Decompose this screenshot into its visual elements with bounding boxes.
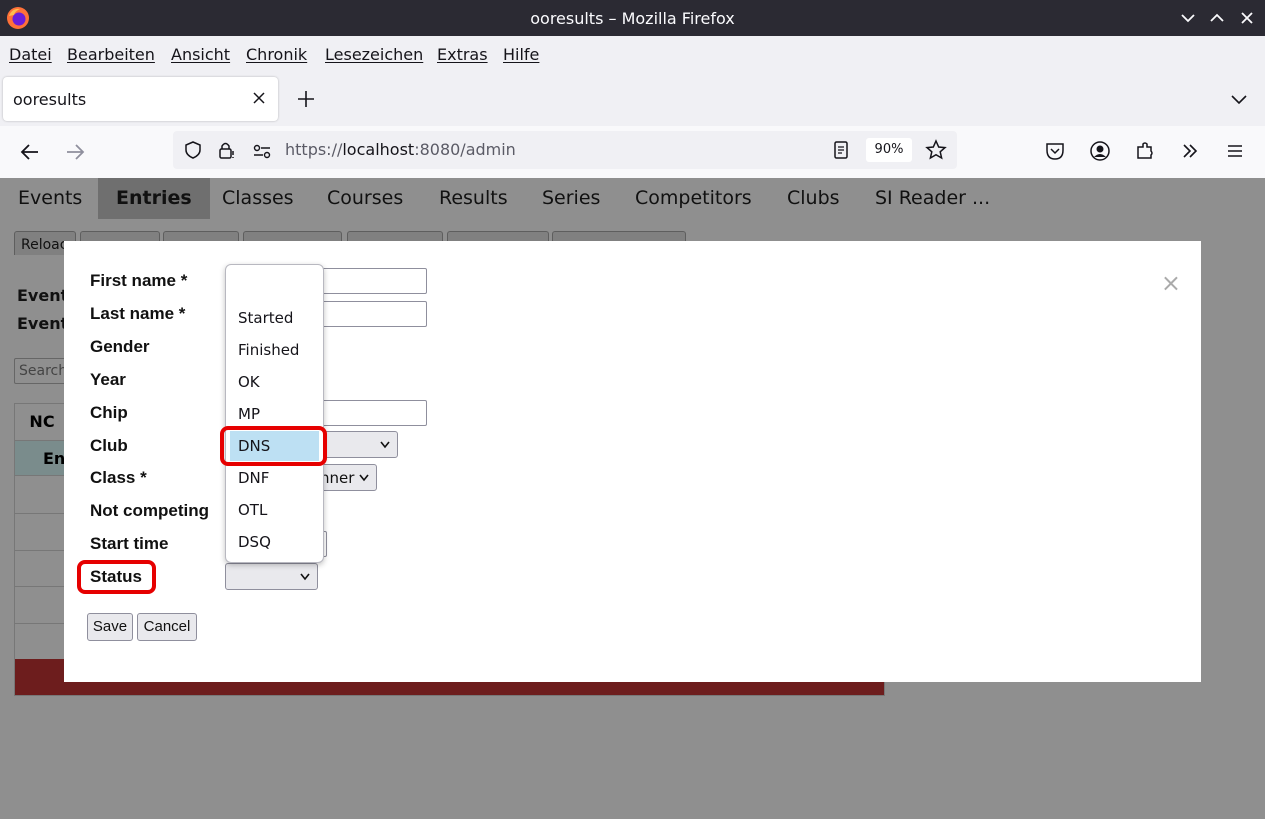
tab-label: ooresults	[13, 90, 87, 109]
tab-strip: ooresults	[0, 72, 1265, 126]
nav-entries[interactable]: Entries	[98, 178, 210, 219]
bookmark-star-icon[interactable]	[925, 139, 947, 161]
not-competing-label: Not competing	[90, 501, 209, 520]
url-bar[interactable]: https://localhost:8080/admin 90%	[173, 131, 957, 169]
status-dropdown[interactable]: Started Finished OK MP DNS DNF OTL DSQ	[225, 264, 324, 563]
nav-series[interactable]: Series	[542, 178, 600, 219]
nav-results[interactable]: Results	[439, 178, 508, 219]
shield-icon[interactable]	[183, 140, 203, 160]
cancel-button[interactable]: Cancel	[137, 613, 197, 641]
tab-ooresults[interactable]: ooresults	[3, 77, 278, 121]
url-host: localhost	[342, 140, 415, 159]
maximize-icon[interactable]	[1205, 6, 1229, 30]
list-tabs-icon[interactable]	[1228, 88, 1250, 110]
row-divider	[15, 550, 69, 551]
nav-si-reader[interactable]: SI Reader ...	[875, 178, 990, 219]
account-icon[interactable]	[1089, 140, 1111, 162]
forward-icon[interactable]	[63, 140, 87, 164]
window-titlebar: ooresults – Mozilla Firefox	[0, 0, 1265, 36]
menu-lesezeichen[interactable]: Lesezeichen	[325, 45, 423, 64]
hamburger-menu-icon[interactable]	[1224, 140, 1246, 162]
menu-chronik[interactable]: Chronik	[246, 45, 307, 64]
chevron-down-icon	[380, 441, 390, 449]
status-select[interactable]	[225, 563, 318, 590]
menu-bearbeiten[interactable]: Bearbeiten	[67, 45, 155, 64]
chip-label: Chip	[90, 403, 128, 422]
navigation-bar: https://localhost:8080/admin 90%	[0, 126, 1265, 179]
back-icon[interactable]	[18, 140, 42, 164]
row-divider	[15, 623, 69, 624]
nav-courses[interactable]: Courses	[327, 178, 403, 219]
nav-events[interactable]: Events	[18, 178, 82, 219]
zoom-level[interactable]: 90%	[866, 138, 912, 162]
menu-hilfe[interactable]: Hilfe	[503, 45, 539, 64]
status-option-dns[interactable]: DNS	[230, 431, 319, 461]
gender-label: Gender	[90, 337, 150, 356]
class-select-value: nner	[320, 469, 355, 487]
last-name-label: Last name *	[90, 304, 186, 323]
class-label: Class *	[90, 468, 147, 487]
url-scheme: https://	[285, 140, 343, 159]
close-window-icon[interactable]	[1235, 6, 1259, 30]
event-label: Event	[17, 286, 69, 305]
club-label: Club	[90, 436, 128, 455]
page-navigation: Events Entries Classes Courses Results S…	[0, 178, 1265, 219]
status-option-otl[interactable]: OTL	[230, 495, 319, 525]
first-name-label: First name *	[90, 271, 188, 290]
extensions-icon[interactable]	[1134, 140, 1156, 162]
url-rest: :8080/admin	[414, 140, 516, 159]
menu-datei[interactable]: Datei	[9, 45, 52, 64]
pocket-icon[interactable]	[1044, 140, 1066, 162]
permissions-icon[interactable]	[252, 141, 272, 161]
table-row-label: En	[15, 441, 69, 476]
close-tab-icon[interactable]	[250, 89, 268, 107]
status-option-mp[interactable]: MP	[230, 399, 319, 429]
menu-bar: Datei Bearbeiten Ansicht Chronik Lesezei…	[0, 36, 1265, 72]
table-header-nc: NC	[15, 404, 70, 441]
status-option-started[interactable]: Started	[230, 303, 319, 333]
menu-extras[interactable]: Extras	[437, 45, 488, 64]
nav-competitors[interactable]: Competitors	[635, 178, 752, 219]
nav-clubs[interactable]: Clubs	[787, 178, 840, 219]
start-time-label: Start time	[90, 534, 169, 553]
event-label-2: Event	[17, 314, 69, 333]
chevron-down-icon	[359, 474, 369, 482]
chevron-down-icon	[300, 573, 310, 581]
close-dialog-icon[interactable]: ×	[1161, 271, 1181, 295]
lock-warning-icon[interactable]	[217, 140, 237, 160]
more-tools-icon[interactable]	[1179, 140, 1201, 162]
year-label: Year	[90, 370, 126, 389]
new-tab-icon[interactable]	[295, 88, 317, 110]
status-option-finished[interactable]: Finished	[230, 335, 319, 365]
status-option-dnf[interactable]: DNF	[230, 463, 319, 493]
reader-view-icon[interactable]	[831, 140, 851, 160]
status-option-empty[interactable]	[230, 270, 319, 300]
club-select[interactable]	[314, 431, 398, 458]
status-option-dsq[interactable]: DSQ	[230, 527, 319, 557]
menu-ansicht[interactable]: Ansicht	[171, 45, 230, 64]
window-title: ooresults – Mozilla Firefox	[530, 9, 735, 28]
nav-classes[interactable]: Classes	[222, 178, 294, 219]
status-option-ok[interactable]: OK	[230, 367, 319, 397]
row-divider	[15, 513, 69, 514]
first-name-input[interactable]	[314, 268, 427, 294]
url-text[interactable]: https://localhost:8080/admin	[285, 140, 516, 159]
row-divider	[15, 586, 69, 587]
minimize-icon[interactable]	[1176, 6, 1200, 30]
status-label: Status	[90, 567, 142, 586]
last-name-input[interactable]	[314, 301, 427, 327]
chip-input[interactable]	[314, 400, 427, 426]
save-button[interactable]: Save	[87, 613, 133, 641]
